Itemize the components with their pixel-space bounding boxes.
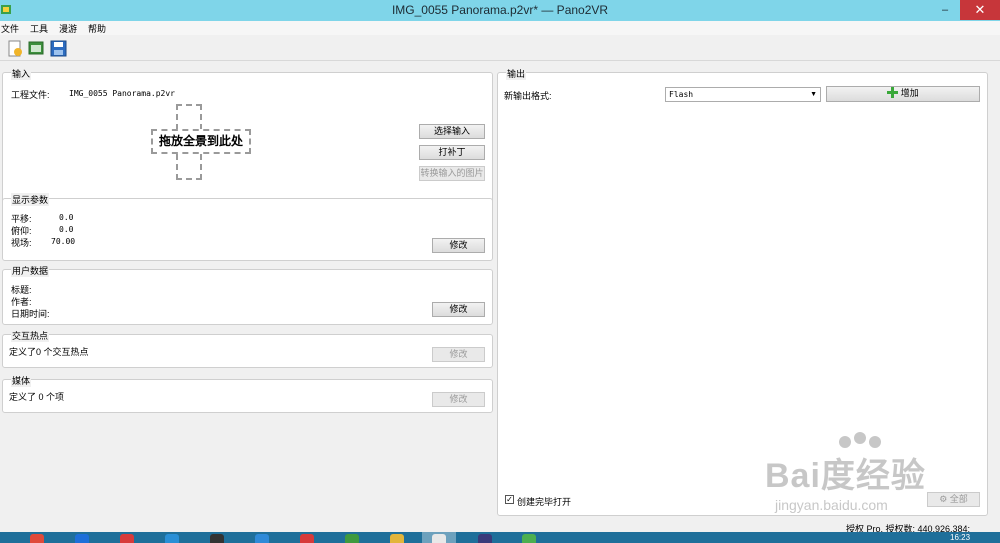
- media-modify-button[interactable]: 修改: [432, 392, 485, 407]
- taskbar-app-icon: [478, 534, 492, 543]
- patch-button[interactable]: 打补丁: [419, 145, 485, 160]
- select-input-button[interactable]: 选择输入: [419, 124, 485, 139]
- taskbar-app-icon: [75, 534, 89, 543]
- taskbar-app-icon: [390, 534, 404, 543]
- user-data-title: 用户数据: [11, 264, 50, 277]
- window-title: IMG_0055 Panorama.p2vr* — Pano2VR: [391, 3, 609, 17]
- taskbar-app-icon: [120, 534, 134, 543]
- tilt-value: 0.0: [59, 225, 74, 234]
- open-project-icon[interactable]: [28, 40, 45, 57]
- close-button[interactable]: ✕: [960, 0, 1000, 20]
- save-project-icon[interactable]: [50, 40, 67, 57]
- add-output-label: 增加: [900, 88, 919, 98]
- taskbar-app-9[interactable]: [422, 532, 456, 543]
- hotspot-group: 交互热点 定义了0 个交互热点 修改: [2, 329, 493, 368]
- taskbar-app-8[interactable]: [380, 532, 414, 543]
- fov-value: 70.00: [51, 237, 76, 246]
- output-format-value: Flash: [669, 90, 694, 99]
- hotspot-count-text: 定义了0 个交互热点: [9, 347, 89, 357]
- taskbar-app-3[interactable]: [155, 532, 189, 543]
- taskbar-app-icon: [165, 534, 179, 543]
- display-modify-button[interactable]: 修改: [432, 238, 485, 253]
- status-bar: 授权 Pro, 授权数: 440,926,384;: [0, 522, 1000, 534]
- user-modify-button[interactable]: 修改: [432, 302, 485, 317]
- taskbar-app-icon: [210, 534, 224, 543]
- convert-input-button[interactable]: 转换输入的图片: [419, 166, 485, 181]
- taskbar-app-1[interactable]: [65, 532, 99, 543]
- taskbar-app-11[interactable]: [512, 532, 546, 543]
- menu-bar: 文件 工具 漫游 帮助: [0, 21, 1000, 35]
- taskbar-app-icon: [300, 534, 314, 543]
- fov-label: 视场:: [11, 238, 32, 248]
- display-params-group: 显示参数 平移: 0.0 俯仰: 0.0 视场: 70.00 修改: [2, 193, 493, 261]
- open-after-checkbox[interactable]: ✓: [505, 495, 514, 504]
- media-group: 媒体 定义了 0 个项 修改: [2, 374, 493, 413]
- taskbar-app-0[interactable]: [20, 532, 54, 543]
- taskbar-app-icon: [522, 534, 536, 543]
- pan-value: 0.0: [59, 213, 74, 222]
- taskbar-app-icon: [30, 534, 44, 543]
- menu-tools[interactable]: 工具: [30, 22, 48, 35]
- display-params-title: 显示参数: [11, 193, 50, 206]
- title-bar: IMG_0055 Panorama.p2vr* — Pano2VR – ✕: [0, 0, 1000, 21]
- open-after-label: 创建完毕打开: [517, 497, 572, 507]
- taskbar-app-7[interactable]: [335, 532, 369, 543]
- watermark-brand: Bai度经验: [765, 457, 926, 495]
- datetime-label: 日期时间:: [11, 309, 50, 319]
- input-group-title: 输入: [11, 67, 32, 80]
- add-output-button[interactable]: 增加: [826, 86, 980, 102]
- media-title: 媒体: [11, 374, 32, 387]
- user-data-group: 用户数据 标题: 作者: 日期时间: 修改: [2, 264, 493, 325]
- menu-tour[interactable]: 漫游: [59, 22, 77, 35]
- taskbar-app-icon: [255, 534, 269, 543]
- output-format-select[interactable]: Flash ▼: [665, 87, 821, 102]
- taskbar-app-icon: [345, 534, 359, 543]
- watermark-url: jingyan.baidu.com: [775, 497, 888, 513]
- baidu-watermark: Bai度经验 jingyan.baidu.com: [765, 430, 965, 522]
- taskbar-app-5[interactable]: [245, 532, 279, 543]
- taskbar-app-icon: [432, 534, 446, 543]
- project-file-label: 工程文件:: [11, 90, 50, 100]
- plus-icon: [887, 87, 899, 98]
- menu-file[interactable]: 文件: [1, 22, 19, 35]
- taskbar-app-6[interactable]: [290, 532, 324, 543]
- taskbar: 16:23: [0, 532, 1000, 543]
- taskbar-app-10[interactable]: [468, 532, 502, 543]
- toolbar: [0, 36, 1000, 61]
- menu-help[interactable]: 帮助: [88, 22, 106, 35]
- taskbar-app-2[interactable]: [110, 532, 144, 543]
- taskbar-app-4[interactable]: [200, 532, 234, 543]
- chevron-down-icon: ▼: [810, 91, 817, 98]
- minimize-button[interactable]: –: [932, 0, 958, 20]
- output-group-title: 输出: [506, 67, 527, 80]
- new-project-icon[interactable]: [6, 40, 23, 57]
- dropzone-label: 拖放全景到此处: [158, 134, 243, 148]
- hotspot-title: 交互热点: [11, 329, 50, 342]
- hotspot-modify-button[interactable]: 修改: [432, 347, 485, 362]
- media-count-text: 定义了 0 个项: [9, 392, 65, 402]
- taskbar-clock: 16:23: [950, 533, 971, 542]
- project-file-value: IMG_0055 Panorama.p2vr: [69, 89, 175, 98]
- output-format-label: 新输出格式:: [504, 91, 552, 101]
